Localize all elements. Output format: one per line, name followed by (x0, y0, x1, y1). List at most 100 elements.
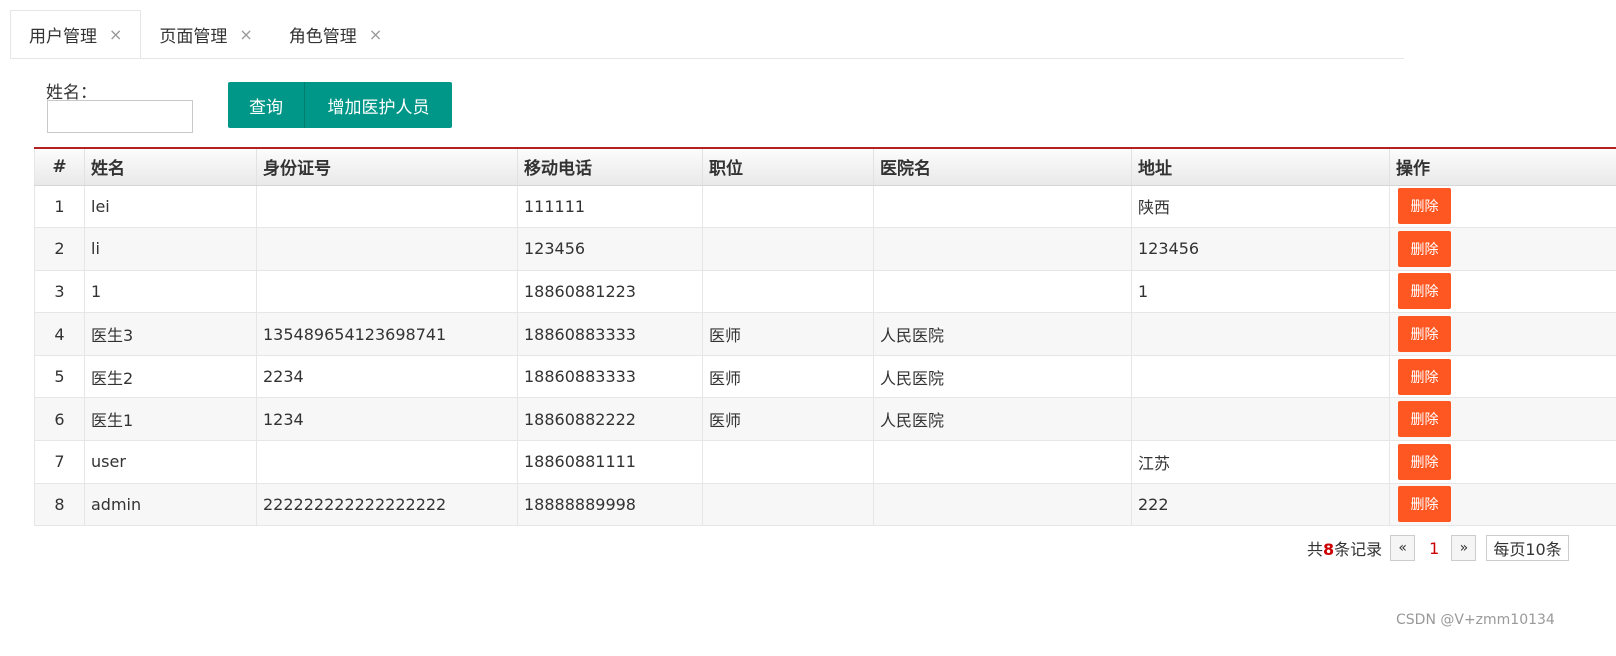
tab-divider (10, 58, 1404, 59)
cell-mobile: 111111 (517, 185, 703, 229)
delete-button[interactable]: 删除 (1398, 358, 1451, 395)
delete-button[interactable]: 删除 (1398, 486, 1451, 523)
col-header-hospital: 医院名 (873, 147, 1132, 186)
col-header-name: 姓名 (84, 147, 257, 186)
cell-index: 4 (34, 312, 85, 356)
cell-hospital (873, 440, 1132, 484)
cell-id-number: 135489654123698741 (256, 312, 518, 356)
delete-button[interactable]: 删除 (1398, 316, 1451, 353)
watermark: CSDN @V+zmm10134 (1396, 612, 1555, 628)
table-row: 4 医生3 135489654123698741 18860883333 医师 人民医院 删… (34, 312, 1616, 356)
prev-page-button[interactable]: « (1390, 535, 1416, 561)
table-header-row: # 姓名 身份证号 移动电话 职位 医院名 地址 操作 (34, 147, 1616, 186)
cell-id-number: 222222222222222222 (256, 483, 518, 527)
cell-name: 医生1 (84, 397, 257, 442)
cell-id-number (256, 270, 518, 314)
action-button-group: 查询 增加医护人员 (228, 82, 452, 128)
page-size-select[interactable]: 每页10条 (1486, 535, 1569, 561)
cell-name: lei (84, 185, 257, 229)
cell-actions: 删除 (1389, 355, 1616, 399)
table-row: 7 user 18860881111 江苏 删除 (34, 440, 1616, 484)
close-icon[interactable]: × (109, 25, 122, 44)
query-button[interactable]: 查询 (228, 82, 305, 128)
delete-button[interactable]: 删除 (1398, 443, 1451, 480)
delete-button[interactable]: 删除 (1398, 188, 1451, 225)
cell-address: 222 (1131, 483, 1390, 527)
cell-id-number (256, 440, 518, 484)
table-row: 2 li 123456 123456 删除 (34, 227, 1616, 271)
delete-button[interactable]: 删除 (1398, 401, 1451, 438)
col-header-index: # (34, 147, 85, 186)
name-search-input[interactable] (47, 100, 193, 133)
col-header-id-number: 身份证号 (256, 147, 518, 186)
cell-address: 陕西 (1131, 185, 1390, 229)
add-medical-staff-button[interactable]: 增加医护人员 (305, 82, 452, 128)
cell-name: li (84, 227, 257, 271)
cell-hospital (873, 227, 1132, 271)
cell-name: 医生2 (84, 355, 257, 399)
current-page[interactable]: 1 (1429, 539, 1439, 558)
cell-hospital (873, 483, 1132, 527)
delete-button[interactable]: 删除 (1398, 230, 1451, 267)
total-suffix: 条记录 (1334, 540, 1383, 559)
cell-actions: 删除 (1389, 483, 1616, 527)
cell-name: 医生3 (84, 312, 257, 356)
cell-actions: 删除 (1389, 397, 1616, 442)
cell-actions: 删除 (1389, 440, 1616, 484)
tab-label: 用户管理 (29, 27, 97, 47)
cell-hospital: 人民医院 (873, 397, 1132, 442)
cell-actions: 删除 (1389, 270, 1616, 314)
col-header-mobile: 移动电话 (517, 147, 703, 186)
pagination: 共8条记录 « 1 » 每页10条 (1307, 534, 1569, 562)
cell-mobile: 18860882222 (517, 397, 703, 442)
delete-button[interactable]: 删除 (1398, 273, 1451, 310)
cell-position (702, 185, 874, 229)
cell-mobile: 18860881111 (517, 440, 703, 484)
cell-actions: 删除 (1389, 227, 1616, 271)
tab-role-management[interactable]: 角色管理 × (271, 10, 400, 58)
table-row: 6 医生1 1234 18860882222 医师 人民医院 删除 (34, 397, 1616, 442)
cell-position: 医师 (702, 312, 874, 356)
cell-actions: 删除 (1389, 185, 1616, 229)
table-row: 3 1 18860881223 1 删除 (34, 270, 1616, 314)
cell-name: user (84, 440, 257, 484)
cell-position (702, 440, 874, 484)
cell-id-number: 1234 (256, 397, 518, 442)
col-header-actions: 操作 (1389, 147, 1616, 186)
cell-hospital: 人民医院 (873, 312, 1132, 356)
cell-mobile: 123456 (517, 227, 703, 271)
close-icon[interactable]: × (369, 25, 382, 44)
cell-mobile: 18860881223 (517, 270, 703, 314)
tab-page-management[interactable]: 页面管理 × (141, 10, 270, 58)
cell-mobile: 18860883333 (517, 312, 703, 356)
table-row: 8 admin 222222222222222222 18888889998 222 删除 (34, 483, 1616, 527)
cell-name: admin (84, 483, 257, 527)
staff-table: # 姓名 身份证号 移动电话 职位 医院名 地址 操作 1 lei 111111 陕西… (34, 147, 1616, 527)
tab-label: 页面管理 (159, 26, 228, 47)
cell-address: 1 (1131, 270, 1390, 314)
close-icon[interactable]: × (239, 25, 252, 44)
cell-mobile: 18888889998 (517, 483, 703, 527)
cell-index: 8 (34, 483, 85, 527)
cell-position (702, 270, 874, 314)
cell-index: 2 (34, 227, 85, 271)
next-page-button[interactable]: » (1451, 535, 1477, 561)
cell-index: 6 (34, 397, 85, 442)
cell-position (702, 483, 874, 527)
cell-position: 医师 (702, 397, 874, 442)
cell-index: 5 (34, 355, 85, 399)
cell-address: 123456 (1131, 227, 1390, 271)
cell-address (1131, 355, 1390, 399)
table-row: 1 lei 111111 陕西 删除 (34, 185, 1616, 229)
cell-hospital (873, 270, 1132, 314)
col-header-address: 地址 (1131, 147, 1390, 186)
cell-name: 1 (84, 270, 257, 314)
tab-bar: 用户管理 × 页面管理 × 角色管理 × (10, 10, 400, 59)
cell-hospital (873, 185, 1132, 229)
cell-id-number (256, 227, 518, 271)
cell-id-number (256, 185, 518, 229)
cell-mobile: 18860883333 (517, 355, 703, 399)
cell-hospital: 人民医院 (873, 355, 1132, 399)
cell-address (1131, 397, 1390, 442)
tab-user-management[interactable]: 用户管理 × (10, 10, 142, 59)
